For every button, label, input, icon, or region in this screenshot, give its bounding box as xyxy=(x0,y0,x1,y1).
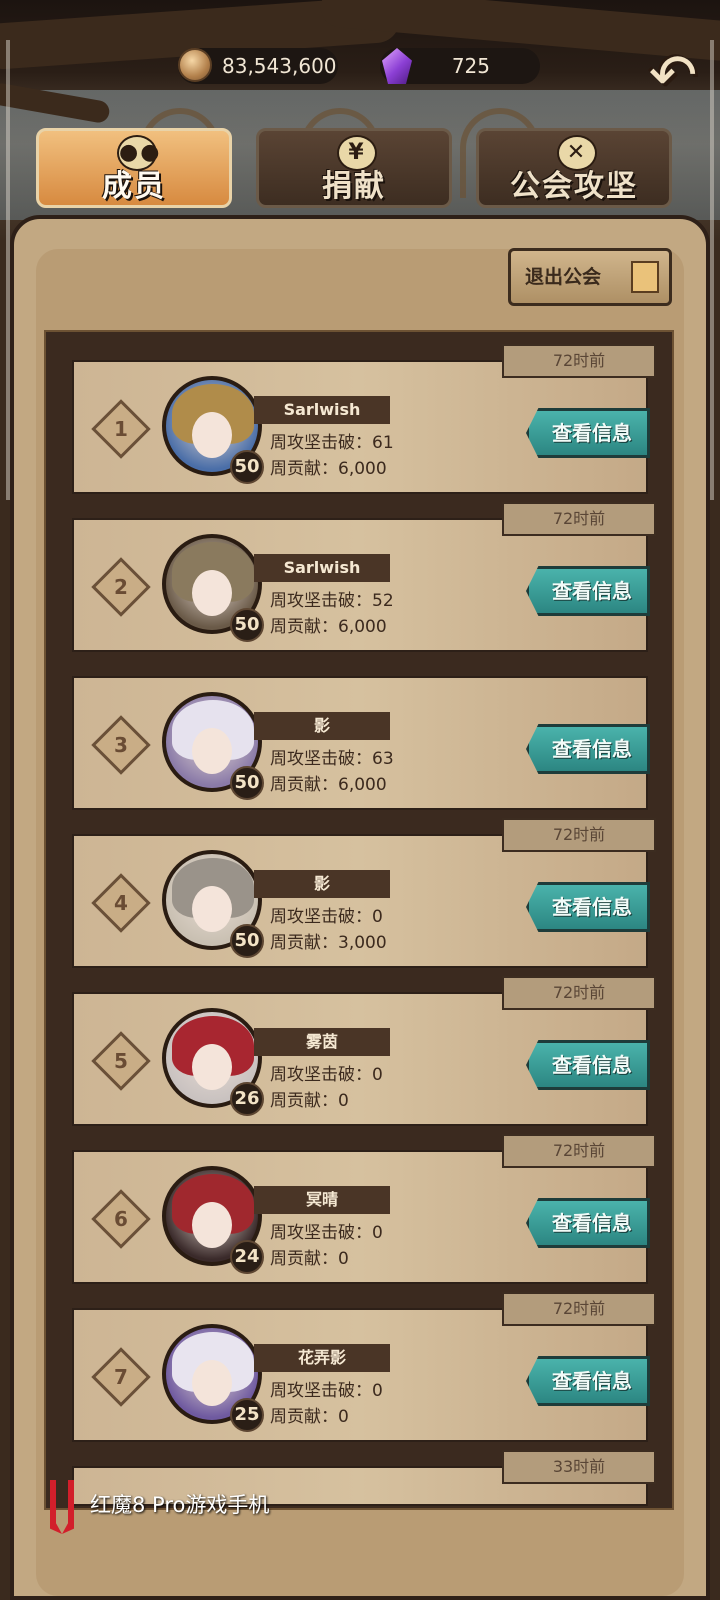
tab-donate-label: 捐献 xyxy=(322,169,386,204)
member-card: 72时前 1 50 Sarlwish 周攻坚击破：61 周贡献：6,000 查看… xyxy=(72,344,656,494)
member-list[interactable]: 72时前 1 50 Sarlwish 周攻坚击破：61 周贡献：6,000 查看… xyxy=(44,330,674,1510)
avatar-face xyxy=(192,728,232,774)
gem-amount: 725 xyxy=(451,54,490,78)
rank-number: 3 xyxy=(114,733,128,757)
tab-members[interactable]: ●● 成员 xyxy=(36,128,232,208)
level-badge: 26 xyxy=(230,1082,264,1116)
rank-badge: 1 xyxy=(91,399,151,459)
weekly-breaks: 周攻坚击破：0 xyxy=(270,1381,383,1401)
avatar-face xyxy=(192,1202,232,1248)
avatar-face xyxy=(192,570,232,616)
rank-number: 4 xyxy=(114,891,128,915)
rank-badge: 7 xyxy=(91,1347,151,1407)
rank-badge: 3 xyxy=(91,715,151,775)
member-name: Sarlwish xyxy=(254,396,390,424)
rank-number: 7 xyxy=(114,1365,128,1389)
level-badge: 24 xyxy=(230,1240,264,1274)
member-card: 3 50 影 周攻坚击破：63 周贡献：6,000 查看信息 xyxy=(72,676,650,810)
level-badge: 50 xyxy=(230,766,264,800)
rank-number: 5 xyxy=(114,1049,128,1073)
last-online-tab: 72时前 xyxy=(502,1134,656,1168)
view-info-button[interactable]: 查看信息 xyxy=(526,724,650,774)
avatar-face xyxy=(192,412,232,458)
gold-amount: 83,543,600 xyxy=(222,54,337,78)
weekly-breaks: 周攻坚击破：0 xyxy=(270,1065,383,1085)
weekly-contribution: 周贡献：3,000 xyxy=(270,933,387,953)
member-card: 72时前 7 25 花弄影 周攻坚击破：0 周贡献：0 查看信息 xyxy=(72,1292,656,1442)
tab-donate[interactable]: ¥ 捐献 xyxy=(256,128,452,208)
avatar-face xyxy=(192,1044,232,1090)
avatar-face xyxy=(192,886,232,932)
view-info-button[interactable]: 查看信息 xyxy=(526,882,650,932)
member-card: 72时前 6 24 冥晴 周攻坚击破：0 周贡献：0 查看信息 xyxy=(72,1134,656,1284)
rank-badge: 2 xyxy=(91,557,151,617)
exit-door-icon xyxy=(631,261,659,293)
member-name: 影 xyxy=(254,712,390,740)
rank-badge: 4 xyxy=(91,873,151,933)
avatar-face xyxy=(192,1360,232,1406)
rank-number: 1 xyxy=(114,417,128,441)
weekly-contribution: 周贡献：6,000 xyxy=(270,775,387,795)
member-card: 72时前 4 50 影 周攻坚击破：0 周贡献：3,000 查看信息 xyxy=(72,818,656,968)
weekly-contribution: 周贡献：0 xyxy=(270,1091,349,1111)
last-online-tab: 72时前 xyxy=(502,344,656,378)
level-badge: 25 xyxy=(230,1398,264,1432)
level-badge: 50 xyxy=(230,450,264,484)
device-watermark: 红魔8 Pro游戏手机 xyxy=(40,1478,270,1534)
weekly-breaks: 周攻坚击破：61 xyxy=(270,433,394,453)
weekly-breaks: 周攻坚击破：52 xyxy=(270,591,394,611)
last-online-tab: 72时前 xyxy=(502,1292,656,1326)
view-info-button[interactable]: 查看信息 xyxy=(526,566,650,616)
member-card: 72时前 5 26 雾茵 周攻坚击破：0 周贡献：0 查看信息 xyxy=(72,976,656,1126)
rank-badge: 6 xyxy=(91,1189,151,1249)
weekly-contribution: 周贡献：0 xyxy=(270,1249,349,1269)
view-info-button[interactable]: 查看信息 xyxy=(526,1040,650,1090)
weekly-breaks: 周攻坚击破：0 xyxy=(270,1223,383,1243)
rank-number: 2 xyxy=(114,575,128,599)
rank-number: 6 xyxy=(114,1207,128,1231)
rank-badge: 5 xyxy=(91,1031,151,1091)
weekly-contribution: 周贡献：6,000 xyxy=(270,459,387,479)
purple-gem-icon xyxy=(382,48,412,84)
tab-guild-siege-label: 公会攻坚 xyxy=(510,169,638,204)
last-online-tab: 72时前 xyxy=(502,976,656,1010)
gem-counter: 725 xyxy=(380,48,540,84)
last-online-tab: 72时前 xyxy=(502,818,656,852)
last-online-tab: 72时前 xyxy=(502,502,656,536)
weekly-contribution: 周贡献：0 xyxy=(270,1407,349,1427)
tab-guild-siege[interactable]: ✕ 公会攻坚 xyxy=(476,128,672,208)
red-magic-logo-icon xyxy=(50,1480,74,1534)
view-info-button[interactable]: 查看信息 xyxy=(526,1356,650,1406)
member-name: 影 xyxy=(254,870,390,898)
leave-guild-button[interactable]: 退出公会 xyxy=(508,248,672,306)
member-name: Sarlwish xyxy=(254,554,390,582)
view-info-button[interactable]: 查看信息 xyxy=(526,1198,650,1248)
back-arrow-icon[interactable]: ↶ xyxy=(640,40,706,110)
weekly-contribution: 周贡献：6,000 xyxy=(270,617,387,637)
yen-coin-icon: ¥ xyxy=(337,135,377,171)
coins-icon: ●● xyxy=(117,135,159,171)
scroll-edge xyxy=(710,40,714,500)
last-online-tab: 33时前 xyxy=(502,1450,656,1484)
watermark-text: 红魔8 Pro游戏手机 xyxy=(90,1493,270,1517)
view-info-button[interactable]: 查看信息 xyxy=(526,408,650,458)
weekly-breaks: 周攻坚击破：63 xyxy=(270,749,394,769)
member-card: 72时前 2 50 Sarlwish 周攻坚击破：52 周贡献：6,000 查看… xyxy=(72,502,656,652)
gold-coin-icon xyxy=(178,48,212,82)
level-badge: 50 xyxy=(230,924,264,958)
tab-members-label: 成员 xyxy=(102,169,166,204)
member-name: 冥晴 xyxy=(254,1186,390,1214)
leave-guild-label: 退出公会 xyxy=(525,266,602,288)
weekly-breaks: 周攻坚击破：0 xyxy=(270,907,383,927)
gold-counter: 83,543,600 xyxy=(178,48,338,84)
member-name: 花弄影 xyxy=(254,1344,390,1372)
crossed-swords-icon: ✕ xyxy=(557,135,597,171)
level-badge: 50 xyxy=(230,608,264,642)
member-name: 雾茵 xyxy=(254,1028,390,1056)
